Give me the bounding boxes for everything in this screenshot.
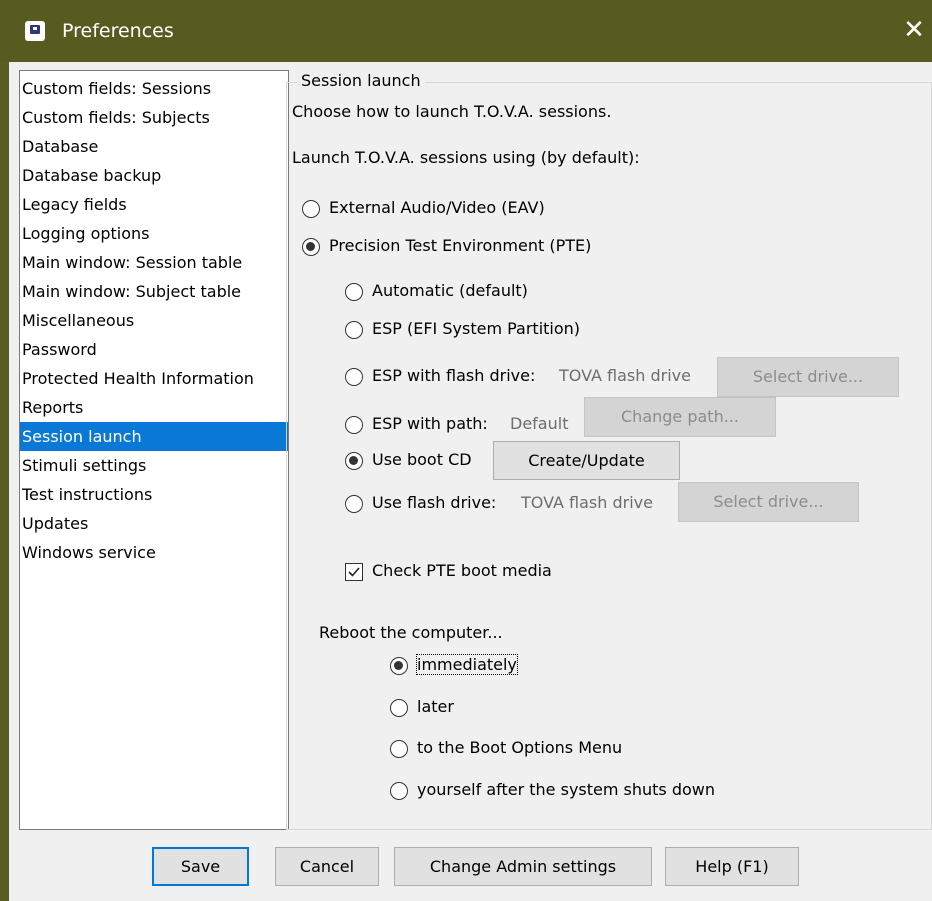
title-bar[interactable]: Preferences ✕ xyxy=(0,0,932,62)
reboot-immediately-label[interactable]: immediately xyxy=(416,654,518,675)
check-boot-media-label[interactable]: Check PTE boot media xyxy=(372,561,552,580)
eav-radio[interactable] xyxy=(302,200,320,218)
esp-radio[interactable] xyxy=(345,321,363,339)
boot-cd-radio[interactable] xyxy=(345,452,363,470)
group-legend: Session launch xyxy=(297,71,425,90)
reboot-later-radio[interactable] xyxy=(390,699,408,717)
boot-cd-label[interactable]: Use boot CD xyxy=(372,450,472,469)
sidebar-item[interactable]: Stimuli settings xyxy=(20,451,288,480)
flash-drive-select-button[interactable]: Select drive... xyxy=(678,482,859,522)
flash-drive-label[interactable]: Use flash drive: xyxy=(372,493,496,512)
reboot-later-label[interactable]: later xyxy=(417,697,454,716)
change-admin-settings-button[interactable]: Change Admin settings xyxy=(394,847,652,886)
sidebar-item[interactable]: Miscellaneous xyxy=(20,306,288,335)
sidebar-item[interactable]: Reports xyxy=(20,393,288,422)
app-icon xyxy=(25,21,45,41)
sidebar-item[interactable]: Session launch xyxy=(20,422,288,451)
flash-drive-value: TOVA flash drive xyxy=(521,493,653,512)
pte-label[interactable]: Precision Test Environment (PTE) xyxy=(329,236,591,255)
flash-drive-radio[interactable] xyxy=(345,495,363,513)
esp-flash-drive-value: TOVA flash drive xyxy=(559,366,691,385)
close-icon[interactable]: ✕ xyxy=(896,10,932,50)
category-items: Custom fields: Sessions Custom fields: Su… xyxy=(20,71,288,567)
esp-path-value: Default xyxy=(510,414,569,433)
reboot-prompt: Reboot the computer... xyxy=(319,623,503,642)
esp-flash-select-drive-button[interactable]: Select drive... xyxy=(717,357,899,397)
reboot-immediately-radio[interactable] xyxy=(390,657,408,675)
pte-radio[interactable] xyxy=(302,238,320,256)
reboot-boot-menu-radio[interactable] xyxy=(390,740,408,758)
reboot-boot-menu-label[interactable]: to the Boot Options Menu xyxy=(417,738,622,757)
reboot-shutdown-label[interactable]: yourself after the system shuts down xyxy=(417,780,715,799)
reboot-shutdown-radio[interactable] xyxy=(390,782,408,800)
esp-path-label[interactable]: ESP with path: xyxy=(372,414,488,433)
automatic-label[interactable]: Automatic (default) xyxy=(372,281,528,300)
sidebar-item[interactable]: Updates xyxy=(20,509,288,538)
check-boot-media-checkbox[interactable] xyxy=(345,563,363,581)
sidebar-item[interactable]: Custom fields: Sessions xyxy=(20,74,288,103)
automatic-radio[interactable] xyxy=(345,283,363,301)
sidebar-item[interactable]: Legacy fields xyxy=(20,190,288,219)
create-update-button[interactable]: Create/Update xyxy=(493,441,680,480)
sidebar-item[interactable]: Database xyxy=(20,132,288,161)
sidebar-item[interactable]: Custom fields: Subjects xyxy=(20,103,288,132)
esp-flash-label[interactable]: ESP with flash drive: xyxy=(372,366,535,385)
sidebar-item[interactable]: Main window: Session table xyxy=(20,248,288,277)
change-path-button[interactable]: Change path... xyxy=(584,397,776,437)
sidebar-item[interactable]: Windows service xyxy=(20,538,288,567)
sidebar-item[interactable]: Protected Health Information xyxy=(20,364,288,393)
dialog-body: Custom fields: Sessions Custom fields: Su… xyxy=(9,62,932,901)
sidebar-item[interactable]: Password xyxy=(20,335,288,364)
sidebar-item[interactable]: Database backup xyxy=(20,161,288,190)
cancel-button[interactable]: Cancel xyxy=(275,847,379,886)
save-button[interactable]: Save xyxy=(152,847,249,886)
help-button[interactable]: Help (F1) xyxy=(665,847,799,886)
sidebar-item[interactable]: Test instructions xyxy=(20,480,288,509)
window-title: Preferences xyxy=(62,20,174,42)
session-launch-description: Choose how to launch T.O.V.A. sessions. xyxy=(292,102,612,121)
esp-label[interactable]: ESP (EFI System Partition) xyxy=(372,319,580,338)
esp-flash-radio[interactable] xyxy=(345,368,363,386)
sidebar-item[interactable]: Logging options xyxy=(20,219,288,248)
launch-prompt: Launch T.O.V.A. sessions using (by defau… xyxy=(292,148,640,167)
eav-label[interactable]: External Audio/Video (EAV) xyxy=(329,198,545,217)
sidebar-item[interactable]: Main window: Subject table xyxy=(20,277,288,306)
checkmark-icon xyxy=(348,567,360,577)
esp-path-radio[interactable] xyxy=(345,416,363,434)
preferences-category-list[interactable]: Custom fields: Sessions Custom fields: Su… xyxy=(19,70,289,830)
